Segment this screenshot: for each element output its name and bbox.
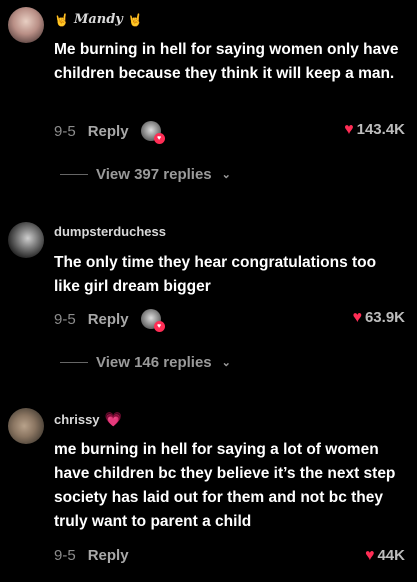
view-replies-label: View 397 replies	[96, 166, 212, 183]
comment-meta: 9-5 Reply ♥	[54, 309, 165, 332]
chevron-down-icon: ⌄	[221, 169, 231, 181]
comment-text: me burning in hell for saying a lot of w…	[54, 441, 396, 530]
like-button[interactable]: ♥ 143.4K	[344, 121, 405, 138]
view-replies-button[interactable]: View 397 replies ⌄	[60, 166, 231, 183]
avatar[interactable]	[8, 408, 44, 444]
heart-icon: ♥	[344, 120, 354, 138]
like-button[interactable]: ♥ 44K	[365, 547, 405, 564]
username-text: Mandy	[73, 12, 123, 27]
like-button[interactable]: ♥ 63.9K	[352, 309, 405, 326]
comment-username[interactable]: chrissy 💗	[54, 411, 122, 428]
reply-button[interactable]: Reply	[88, 547, 129, 564]
username-text: dumpsterduchess	[54, 224, 166, 239]
chevron-down-icon: ⌄	[221, 357, 231, 369]
like-count: 63.9K	[364, 309, 405, 326]
pink-heart-icon: 💗	[104, 411, 122, 427]
comment-meta: 9-5 Reply ♥	[54, 121, 165, 144]
comment-meta: 9-5 Reply	[54, 547, 129, 564]
comment-username[interactable]: 🤘 Mandy 🤘	[54, 12, 143, 27]
divider-line	[60, 362, 88, 363]
avatar[interactable]	[8, 222, 44, 258]
view-replies-label: View 146 replies	[96, 354, 212, 371]
comment-date: 9-5	[54, 310, 76, 328]
comment-date: 9-5	[54, 547, 76, 564]
divider-line	[60, 174, 88, 175]
reply-button[interactable]: Reply	[88, 311, 129, 328]
creator-liked-icon: ♥	[140, 309, 165, 332]
heart-icon: ♥	[352, 308, 362, 326]
rock-hand-icon: 🤘	[127, 12, 143, 27]
comment-username[interactable]: dumpsterduchess	[54, 224, 166, 239]
creator-liked-icon: ♥	[140, 121, 165, 144]
heart-icon: ♥	[364, 546, 375, 564]
comment-text: Me burning in hell for saying women only…	[54, 41, 399, 82]
reply-button[interactable]: Reply	[88, 123, 129, 140]
like-count: 143.4K	[356, 121, 405, 138]
view-replies-button[interactable]: View 146 replies ⌄	[60, 354, 231, 371]
username-text: chrissy	[54, 412, 100, 427]
comment-date: 9-5	[54, 122, 76, 140]
rock-hand-icon: 🤘	[54, 12, 69, 27]
comment-text: The only time they hear congratulations …	[54, 254, 377, 295]
avatar[interactable]	[8, 7, 44, 43]
like-count: 44K	[377, 547, 405, 564]
